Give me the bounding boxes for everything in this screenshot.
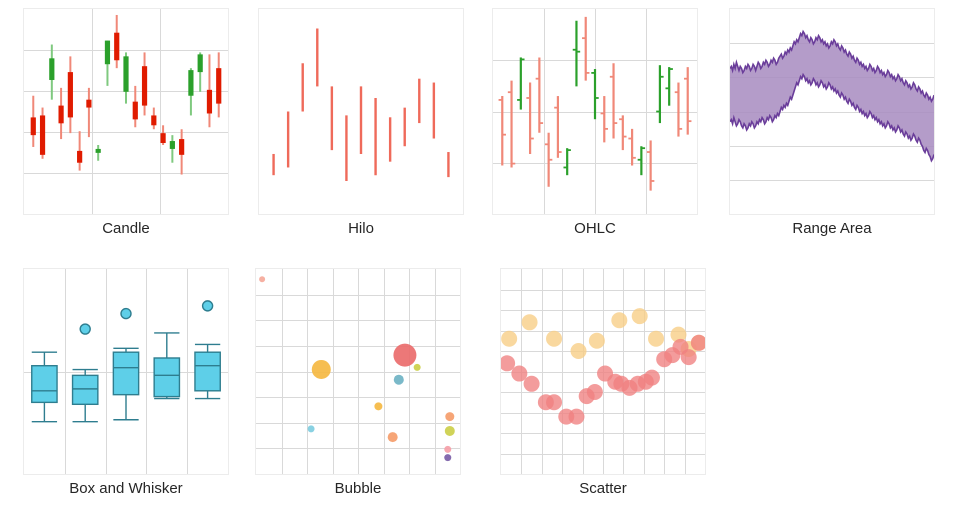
scatter-point [643, 369, 660, 386]
bubble-point [393, 343, 417, 367]
scatter-point [588, 332, 605, 349]
chart-label-ohlc: OHLC [574, 220, 616, 237]
candle-body [77, 150, 83, 163]
chart-card-scatter[interactable]: Scatter [500, 268, 706, 499]
chart-label-range-area: Range Area [792, 220, 872, 237]
scatter-point [611, 312, 628, 329]
box-body [31, 365, 58, 404]
candle-body [151, 115, 157, 126]
candle-body [30, 117, 36, 136]
candle-body [123, 56, 129, 92]
candle-body [86, 99, 92, 108]
bubble-point [444, 425, 455, 436]
candle-body [67, 72, 73, 118]
candle-body [169, 141, 175, 149]
box-outlier-point [201, 300, 214, 312]
chart-label-hilo: Hilo [348, 220, 374, 237]
candle-body [49, 58, 55, 80]
chart-plot-range-area[interactable] [729, 8, 935, 215]
candle-body [179, 139, 185, 155]
scatter-point [523, 375, 540, 392]
box-body [153, 357, 181, 398]
scatter-point [586, 384, 603, 400]
chart-plot-scatter[interactable] [500, 268, 706, 475]
candle-body [188, 70, 194, 96]
candle-body [114, 32, 120, 61]
chart-card-hilo[interactable]: Hilo [258, 8, 464, 239]
bubble-point [444, 445, 452, 453]
chart-card-bubble[interactable]: Bubble [255, 268, 461, 499]
scatter-point [511, 365, 528, 382]
candle-body [58, 105, 64, 124]
chart-card-candle[interactable]: Candle [23, 8, 229, 239]
box-outlier-point [79, 323, 91, 335]
chart-plot-box-whisker[interactable] [23, 268, 229, 475]
chart-label-candle: Candle [102, 220, 150, 237]
scatter-point [680, 349, 697, 366]
chart-label-box-whisker: Box and Whisker [69, 480, 183, 497]
candle-body [141, 66, 148, 106]
candle-body [216, 68, 222, 104]
candle-body [132, 101, 138, 120]
bubble-point [259, 276, 266, 283]
scatter-point [568, 408, 585, 425]
candle-body [197, 54, 203, 73]
bubble-point [311, 359, 331, 379]
chart-plot-bubble[interactable] [255, 268, 461, 475]
candle-body [104, 40, 111, 65]
chart-plot-hilo[interactable] [258, 8, 464, 215]
bubble-point [393, 374, 404, 385]
box-body [71, 374, 99, 406]
box-body [194, 351, 221, 392]
bubble-point [444, 454, 452, 462]
scatter-point [546, 394, 563, 411]
scatter-point [546, 330, 563, 347]
chart-card-box-whisker[interactable]: Box and Whisker [23, 268, 229, 499]
bubble-point [374, 402, 383, 411]
range-area-band [730, 31, 934, 161]
chart-label-bubble: Bubble [334, 480, 382, 497]
candle-body [206, 89, 213, 114]
box-body [112, 351, 140, 396]
bubble-point [445, 412, 455, 422]
scatter-point [631, 308, 648, 325]
scatter-point [501, 330, 518, 347]
scatter-point [521, 314, 538, 331]
box-outlier-point [120, 307, 132, 320]
bubble-point [413, 363, 421, 371]
chart-card-ohlc[interactable]: OHLC [492, 8, 698, 239]
candle-body [95, 148, 101, 153]
bubble-point [387, 432, 398, 443]
chart-plot-ohlc[interactable] [492, 8, 698, 215]
chart-label-scatter: Scatter [579, 480, 627, 497]
chart-plot-candle[interactable] [23, 8, 229, 215]
candle-body [39, 115, 46, 155]
scatter-point [648, 330, 665, 347]
chart-gallery: Candle Hilo OHLC Range Area Box and Whisker B… [0, 0, 953, 516]
candle-body [160, 133, 166, 144]
bubble-point [307, 425, 315, 433]
chart-card-range-area[interactable]: Range Area [729, 8, 935, 239]
scatter-point [570, 343, 587, 359]
